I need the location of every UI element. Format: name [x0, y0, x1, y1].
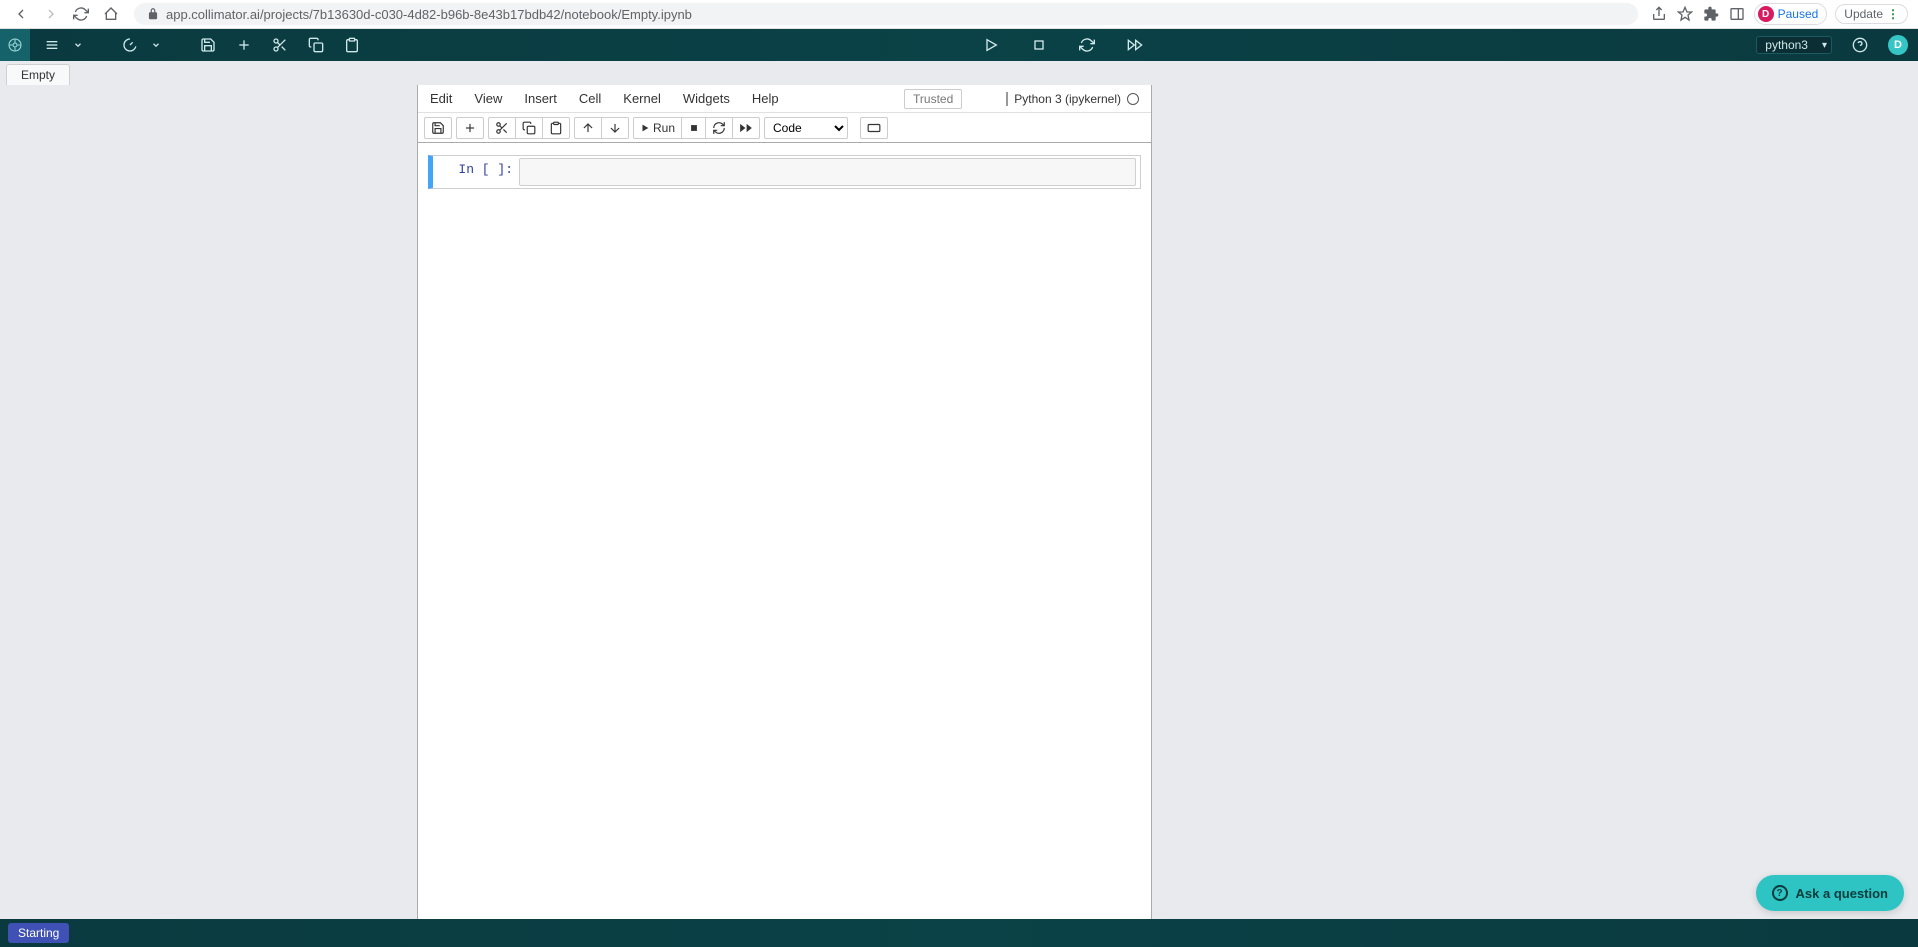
- browser-toolbar: app.collimator.ai/projects/7b13630d-c030…: [0, 0, 1918, 29]
- update-label: Update: [1844, 7, 1883, 21]
- run-button[interactable]: Run: [633, 117, 682, 139]
- save-icon[interactable]: [196, 33, 220, 57]
- back-button[interactable]: [12, 5, 30, 23]
- copy-icon[interactable]: [304, 33, 328, 57]
- cell-type-select[interactable]: Code: [764, 117, 848, 139]
- save-button[interactable]: [424, 117, 452, 139]
- kernel-indicator[interactable]: Python 3 (ipykernel): [1006, 92, 1139, 106]
- add-cell-button[interactable]: [456, 117, 484, 139]
- kernel-name: Python 3 (ipykernel): [1014, 92, 1121, 106]
- paste-button[interactable]: [543, 117, 570, 139]
- copy-button[interactable]: [516, 117, 543, 139]
- url-text: app.collimator.ai/projects/7b13630d-c030…: [166, 7, 692, 22]
- restart-run-all-button[interactable]: [733, 117, 760, 139]
- fast-forward-icon[interactable]: [1123, 33, 1147, 57]
- code-cell[interactable]: In [ ]:: [428, 155, 1141, 189]
- tab-empty[interactable]: Empty: [6, 64, 70, 85]
- stop-icon[interactable]: [1027, 33, 1051, 57]
- hamburger-menu-icon[interactable]: [40, 33, 64, 57]
- panel-icon[interactable]: [1728, 5, 1746, 23]
- plus-icon[interactable]: [232, 33, 256, 57]
- chevron-down-icon: ▾: [1822, 40, 1827, 51]
- restart-button[interactable]: [706, 117, 733, 139]
- avatar-icon: D: [1758, 6, 1774, 22]
- notebook-body: In [ ]:: [418, 143, 1151, 201]
- chevron-down-icon[interactable]: [144, 33, 168, 57]
- content-area: Edit View Insert Cell Kernel Widgets Hel…: [0, 85, 1918, 919]
- cut-icon[interactable]: [268, 33, 292, 57]
- menu-view[interactable]: View: [474, 91, 502, 106]
- lock-icon: [146, 7, 160, 21]
- share-icon[interactable]: [1650, 5, 1668, 23]
- status-badge: Starting: [8, 923, 69, 943]
- kernel-select[interactable]: python3 ▾: [1756, 36, 1832, 54]
- app-logo[interactable]: [0, 29, 30, 61]
- command-palette-button[interactable]: [860, 117, 888, 139]
- home-button[interactable]: [102, 5, 120, 23]
- notebook-menubar: Edit View Insert Cell Kernel Widgets Hel…: [418, 85, 1151, 113]
- notebook-toolbar: Run Code: [418, 113, 1151, 143]
- status-bar: Starting: [0, 919, 1918, 947]
- extensions-icon[interactable]: [1702, 5, 1720, 23]
- menu-cell[interactable]: Cell: [579, 91, 601, 106]
- app-toolbar: python3 ▾ D: [0, 29, 1918, 61]
- profile-paused-pill[interactable]: D Paused: [1754, 3, 1828, 25]
- address-bar[interactable]: app.collimator.ai/projects/7b13630d-c030…: [134, 3, 1638, 25]
- help-icon[interactable]: [1848, 33, 1872, 57]
- menu-edit[interactable]: Edit: [430, 91, 452, 106]
- update-button[interactable]: Update ⋮: [1835, 4, 1908, 24]
- kernel-select-label: python3: [1765, 38, 1808, 52]
- forward-button[interactable]: [42, 5, 60, 23]
- menu-kernel[interactable]: Kernel: [623, 91, 661, 106]
- restart-icon[interactable]: [1075, 33, 1099, 57]
- menu-help[interactable]: Help: [752, 91, 779, 106]
- move-up-button[interactable]: [574, 117, 602, 139]
- bookmark-star-icon[interactable]: [1676, 5, 1694, 23]
- notebook-menus: Edit View Insert Cell Kernel Widgets Hel…: [430, 91, 779, 106]
- move-down-button[interactable]: [602, 117, 629, 139]
- notebook-pane: Edit View Insert Cell Kernel Widgets Hel…: [417, 85, 1152, 919]
- user-avatar[interactable]: D: [1888, 35, 1908, 55]
- ask-label: Ask a question: [1796, 886, 1888, 901]
- code-input[interactable]: [519, 158, 1136, 186]
- gauge-icon[interactable]: [118, 33, 142, 57]
- paste-icon[interactable]: [340, 33, 364, 57]
- kernel-status-icon: [1127, 93, 1139, 105]
- run-icon[interactable]: [979, 33, 1003, 57]
- menu-dots-icon: ⋮: [1887, 7, 1899, 21]
- interrupt-button[interactable]: [682, 117, 706, 139]
- reload-button[interactable]: [72, 5, 90, 23]
- cell-prompt: In [ ]:: [433, 158, 519, 186]
- chevron-down-icon[interactable]: [66, 33, 90, 57]
- cut-button[interactable]: [488, 117, 516, 139]
- question-icon: ?: [1772, 885, 1788, 901]
- paused-label: Paused: [1778, 7, 1819, 21]
- tabs-row: Empty: [0, 61, 1918, 85]
- menu-widgets[interactable]: Widgets: [683, 91, 730, 106]
- ask-question-button[interactable]: ? Ask a question: [1756, 875, 1904, 911]
- menu-insert[interactable]: Insert: [524, 91, 557, 106]
- trusted-badge[interactable]: Trusted: [904, 89, 962, 109]
- run-label: Run: [653, 121, 675, 135]
